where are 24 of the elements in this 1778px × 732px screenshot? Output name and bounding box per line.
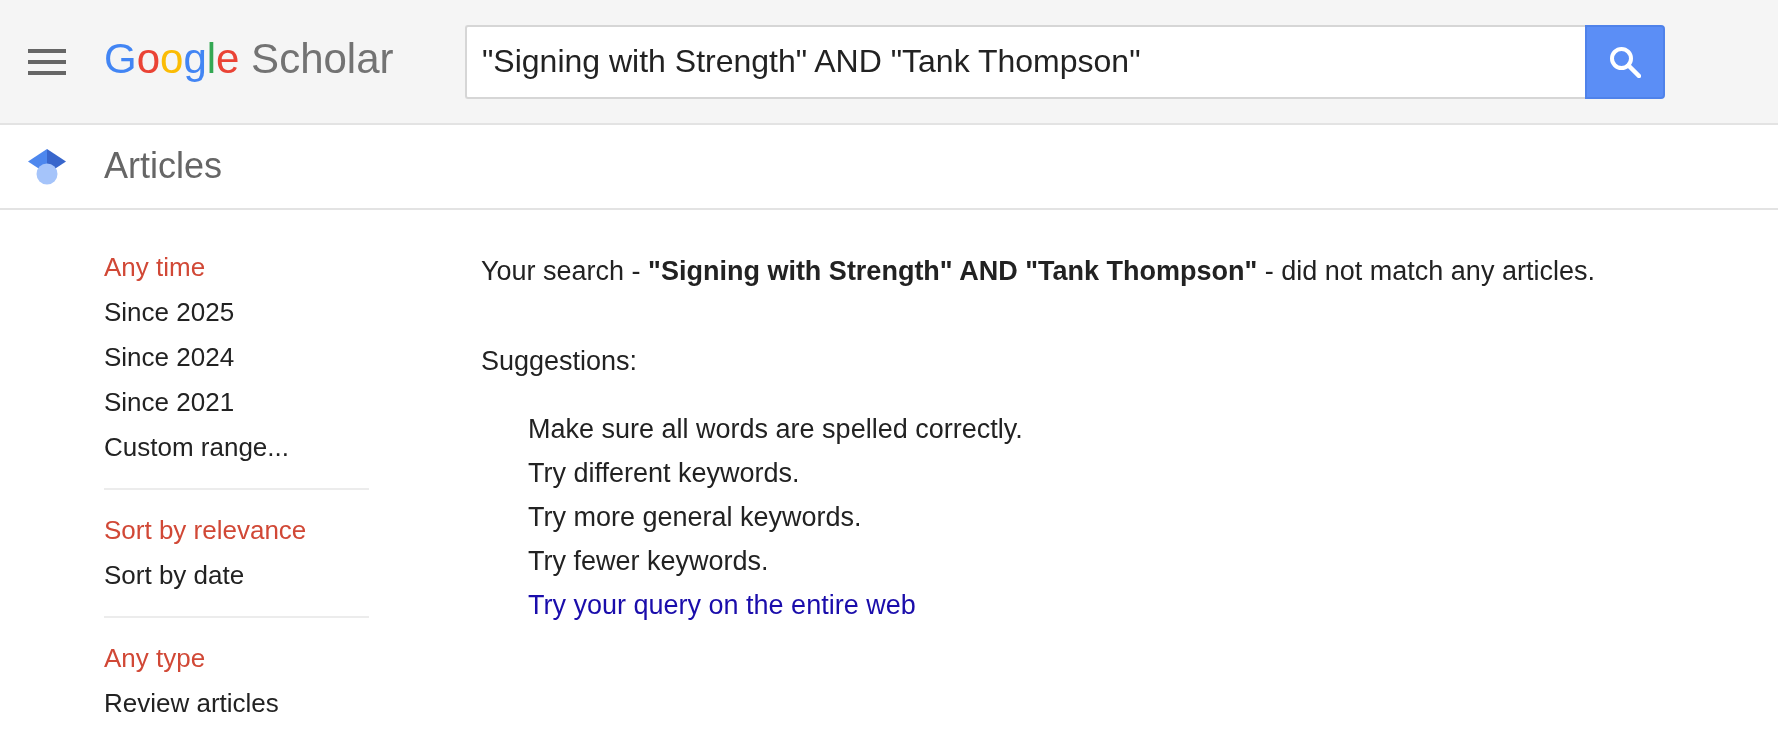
menu-icon bbox=[28, 48, 66, 75]
search-icon bbox=[1609, 45, 1641, 78]
sidebar-item[interactable]: Sort by date bbox=[104, 553, 245, 598]
sidebar-item[interactable]: Custom range... bbox=[104, 425, 289, 470]
suggestion-text: Try more general keywords. bbox=[528, 501, 862, 534]
sidebar-item[interactable]: Any time bbox=[104, 245, 206, 290]
logo[interactable]: Google Scholar bbox=[104, 37, 394, 86]
section-title: Articles bbox=[104, 147, 223, 186]
suggestions-heading: Suggestions: bbox=[481, 345, 638, 378]
no-results-message: Your search - "Signing with Strength" AND "Tank Thompson" - did not match any articles. bbox=[481, 255, 1596, 288]
sidebar-item[interactable]: Review articles bbox=[104, 681, 279, 726]
sidebar-item[interactable]: Since 2021 bbox=[104, 380, 235, 425]
suggestion-text: Try different keywords. bbox=[528, 457, 800, 490]
graduation-cap-icon bbox=[28, 148, 66, 185]
sidebar-item[interactable]: Since 2025 bbox=[104, 290, 235, 335]
suggestion-text: Make sure all words are spelled correctly. bbox=[528, 413, 1023, 446]
menu-button[interactable] bbox=[28, 48, 66, 75]
sidebar-item[interactable]: Since 2024 bbox=[104, 335, 235, 380]
suggestion-text: Try fewer keywords. bbox=[528, 545, 769, 578]
sidebar-item[interactable]: Sort by relevance bbox=[104, 508, 307, 553]
search-button[interactable] bbox=[1585, 24, 1665, 99]
search-field[interactable]: "Signing with Strength" AND "Tank Thompson" bbox=[465, 24, 1585, 99]
web-search-link[interactable]: Try your query on the entire web bbox=[528, 590, 916, 620]
sidebar-item[interactable]: Any type bbox=[104, 636, 206, 681]
